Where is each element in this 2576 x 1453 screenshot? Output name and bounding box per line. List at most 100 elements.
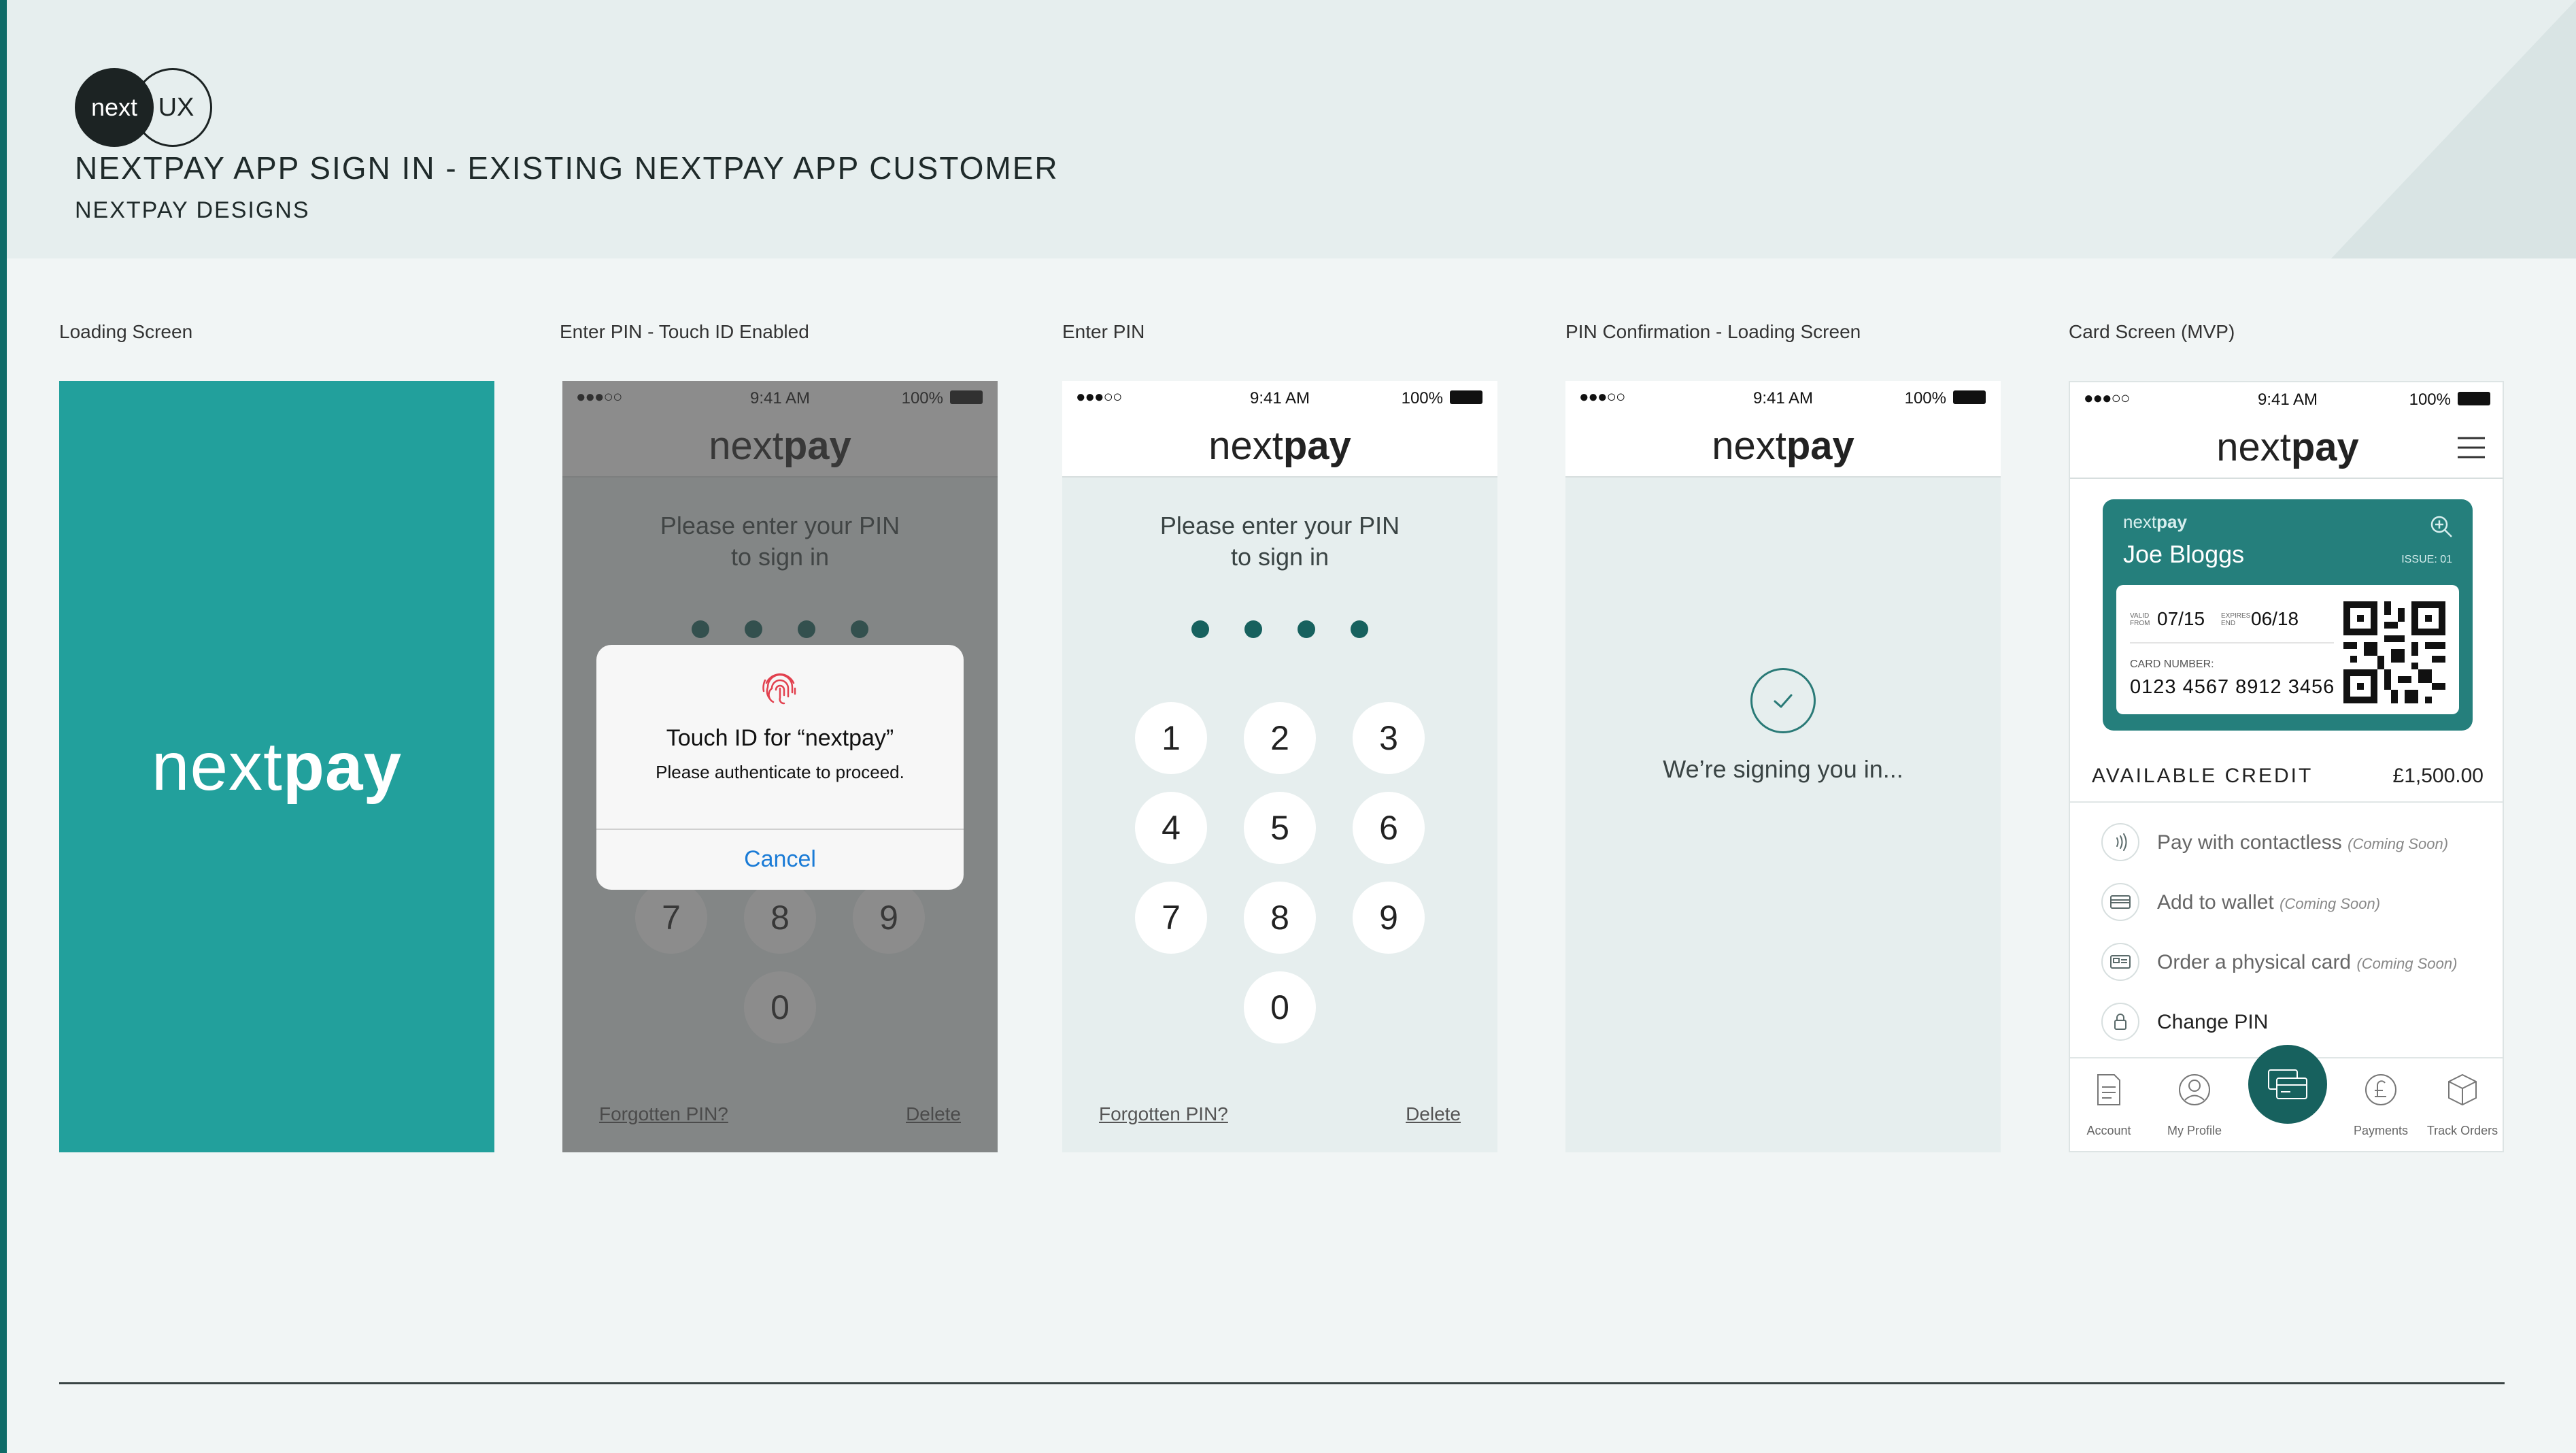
menu-item-label: Add to wallet (Coming Soon) — [2157, 891, 2380, 914]
tab-label: My Profile — [2167, 1124, 2222, 1137]
header-brand-bold: pay — [1786, 423, 1854, 468]
fingerprint-icon — [762, 673, 796, 705]
touch-id-dialog: Touch ID for “nextpay” Please authentica… — [596, 645, 964, 890]
coming-soon-text: (Coming Soon) — [2348, 835, 2449, 852]
header-brand-bold: pay — [1283, 423, 1351, 468]
card-number: 0123 4567 8912 3456 — [2130, 676, 2335, 698]
dialog-divider — [596, 829, 964, 830]
screen-label-touch-id: Enter PIN - Touch ID Enabled — [560, 321, 809, 342]
key-6[interactable]: 6 — [1353, 792, 1425, 864]
virtual-card[interactable]: nextpay Joe Bloggs ISSUE: 01 VALID FROM … — [2103, 499, 2473, 731]
wallet-icon — [2101, 883, 2139, 921]
tab-card[interactable] — [2248, 1045, 2327, 1124]
tab-track-orders[interactable]: Track Orders — [2425, 1065, 2500, 1147]
status-bar: ●●●○○ 9:41 AM 100% — [2070, 382, 2503, 416]
loading-screen: nextpay — [59, 381, 494, 1152]
signing-body: We’re signing you in... — [1565, 478, 2001, 1152]
key-3[interactable]: 3 — [1353, 702, 1425, 774]
page-subtitle: NEXTPAY DESIGNS — [75, 197, 310, 223]
card-center-icon — [2268, 1069, 2307, 1099]
card-number-label: CARD NUMBER: — [2130, 658, 2214, 670]
brand-light-text: next — [151, 728, 283, 805]
key-1[interactable]: 1 — [1135, 702, 1207, 774]
menu-item-label: Pay with contactless (Coming Soon) — [2157, 831, 2448, 854]
app-header: nextpay — [1565, 415, 2001, 478]
qr-code — [2343, 601, 2445, 703]
check-icon — [1750, 668, 1816, 733]
delete-link[interactable]: Delete — [1406, 1103, 1461, 1125]
pin-dot — [1298, 620, 1315, 638]
page-title: NEXTPAY APP SIGN IN - EXISTING NEXTPAY A… — [75, 150, 1059, 186]
zoom-in-icon[interactable] — [2429, 514, 2454, 539]
touch-id-cancel-button[interactable]: Cancel — [596, 846, 964, 873]
key-4[interactable]: 4 — [1135, 792, 1207, 864]
pin-prompt-line2: to sign in — [1230, 543, 1329, 571]
hamburger-menu-icon[interactable] — [2456, 434, 2486, 461]
battery-icon — [1450, 390, 1482, 404]
signing-in-screen: ●●●○○ 9:41 AM 100% next pay We’re signing… — [1565, 381, 2001, 1152]
expires-value: 06/18 — [2251, 608, 2299, 629]
contactless-icon — [2101, 823, 2139, 861]
left-accent-stripe — [0, 0, 7, 1453]
key-0[interactable]: 0 — [1244, 971, 1316, 1043]
pin-body: Please enter your PIN to sign in 1 2 3 4 … — [1062, 478, 1497, 1152]
menu-label-text: Change PIN — [2157, 1011, 2269, 1033]
card-separator — [2130, 642, 2334, 644]
battery-icon — [2458, 392, 2490, 405]
pin-dot — [1244, 620, 1262, 638]
valid-from-value: 07/15 — [2157, 608, 2205, 629]
battery-text: 100% — [1904, 389, 1946, 407]
key-7[interactable]: 7 — [1135, 882, 1207, 954]
card-screen: ●●●○○ 9:41 AM 100% next pay nextpay Joe B… — [2069, 381, 2504, 1152]
key-2[interactable]: 2 — [1244, 702, 1316, 774]
logo-ux-text: UX — [158, 93, 194, 122]
signing-in-text: We’re signing you in... — [1663, 755, 1903, 783]
header-brand-light: next — [2216, 424, 2291, 469]
pin-dots — [1062, 620, 1497, 638]
card-holder-name: Joe Bloggs — [2123, 540, 2245, 568]
card-issue: ISSUE: 01 — [2401, 554, 2452, 565]
tab-label: Payments — [2353, 1124, 2409, 1137]
box-icon — [2448, 1073, 2477, 1106]
menu-change-pin[interactable]: Change PIN — [2070, 992, 2503, 1050]
menu-add-to-wallet[interactable]: Add to wallet (Coming Soon) — [2070, 872, 2503, 931]
tab-account[interactable]: Account — [2071, 1065, 2146, 1147]
logo-next-text: next — [90, 93, 138, 121]
header-decoration — [2331, 0, 2576, 258]
touch-id-screen: ●●●○○ 9:41 AM 100% nextpay Please enter … — [562, 381, 998, 1152]
pin-prompt-line1: Please enter your PIN — [1159, 512, 1400, 539]
bottom-tab-bar: Account My Profile Payments Track Orders — [2070, 1045, 2503, 1151]
header-brand-light: next — [1208, 423, 1283, 468]
battery-text: 100% — [1401, 389, 1443, 407]
tab-my-profile[interactable]: My Profile — [2157, 1065, 2232, 1147]
key-8[interactable]: 8 — [1244, 882, 1316, 954]
available-credit-value: £1,500.00 — [2392, 765, 2484, 787]
bottom-rule — [59, 1382, 2505, 1384]
coming-soon-text: (Coming Soon) — [2280, 895, 2381, 912]
card-brand-bold: pay — [2156, 512, 2187, 532]
battery-icon — [1953, 390, 1986, 404]
brand-bold-text: pay — [282, 728, 403, 805]
key-5[interactable]: 5 — [1244, 792, 1316, 864]
header-brand-bold: pay — [2290, 424, 2359, 469]
app-header: nextpay — [1062, 415, 1497, 478]
available-credit-row: AVAILABLE CREDIT £1,500.00 — [2070, 751, 2503, 803]
forgotten-pin-link[interactable]: Forgotten PIN? — [1099, 1103, 1228, 1125]
next-ux-logo: UX next — [75, 68, 218, 147]
header-brand-light: next — [1712, 423, 1786, 468]
coming-soon-text: (Coming Soon) — [2356, 955, 2458, 972]
menu-item-label: Change PIN — [2157, 1011, 2268, 1034]
pin-prompt: Please enter your PIN to sign in — [1062, 510, 1497, 573]
key-9[interactable]: 9 — [1353, 882, 1425, 954]
screen-label-loading: Loading Screen — [59, 321, 193, 342]
screen-label-card: Card Screen (MVP) — [2069, 321, 2235, 342]
document-header — [7, 0, 2576, 258]
card-brand: nextpay — [2123, 512, 2187, 533]
lock-icon — [2101, 1003, 2139, 1041]
expires-label: EXPIRES END — [2221, 612, 2251, 627]
menu-pay-contactless[interactable]: Pay with contactless (Coming Soon) — [2070, 812, 2503, 871]
valid-from-label: VALID FROM — [2130, 612, 2150, 627]
battery-text: 100% — [2409, 390, 2451, 409]
tab-payments[interactable]: Payments — [2343, 1065, 2418, 1147]
menu-order-physical-card[interactable]: Order a physical card (Coming Soon) — [2070, 932, 2503, 990]
